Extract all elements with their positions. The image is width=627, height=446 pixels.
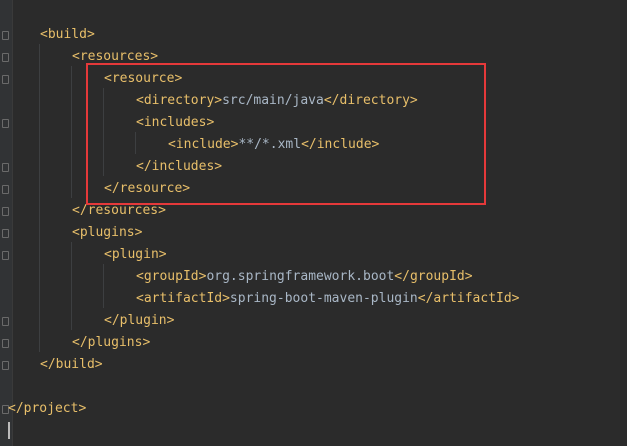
xml-tag: <build> bbox=[40, 27, 95, 42]
fold-icon[interactable] bbox=[2, 339, 9, 348]
fold-icon[interactable] bbox=[2, 317, 9, 326]
xml-tag: </project> bbox=[8, 401, 87, 416]
xml-tag: </plugin> bbox=[104, 313, 175, 328]
fold-icon[interactable] bbox=[2, 185, 9, 194]
code-line[interactable]: </build> bbox=[40, 354, 103, 376]
xml-tag: <plugin> bbox=[104, 247, 167, 262]
xml-tag: <artifactId> bbox=[136, 291, 230, 306]
fold-icon[interactable] bbox=[2, 75, 9, 84]
xml-text: org.springframework.boot bbox=[206, 269, 395, 284]
code-line[interactable]: </plugins> bbox=[72, 332, 150, 354]
fold-icon[interactable] bbox=[2, 119, 9, 128]
xml-tag: <plugins> bbox=[72, 225, 143, 240]
xml-tag: </plugins> bbox=[72, 335, 151, 350]
text-caret bbox=[8, 422, 10, 439]
code-line[interactable]: <groupId>org.springframework.boot</group… bbox=[136, 266, 473, 288]
xml-tag: <groupId> bbox=[136, 269, 207, 284]
indent-guide bbox=[39, 44, 40, 352]
xml-tag: </resources> bbox=[72, 203, 166, 218]
code-line[interactable]: <build> bbox=[40, 24, 95, 46]
fold-icon[interactable] bbox=[2, 251, 9, 260]
indent-guide bbox=[103, 264, 104, 308]
fold-icon[interactable] bbox=[2, 229, 9, 238]
fold-icon[interactable] bbox=[2, 207, 9, 216]
code-line[interactable]: </plugin> bbox=[104, 310, 174, 332]
highlight-box bbox=[86, 63, 486, 205]
code-line[interactable]: <plugins> bbox=[72, 222, 142, 244]
xml-tag: </build> bbox=[40, 357, 103, 372]
indent-guide bbox=[71, 242, 72, 330]
code-line[interactable]: <plugin> bbox=[104, 244, 167, 266]
fold-icon[interactable] bbox=[2, 31, 9, 40]
code-line[interactable]: <artifactId>spring-boot-maven-plugin</ar… bbox=[136, 288, 520, 310]
xml-tag: </artifactId> bbox=[417, 291, 520, 306]
fold-icon[interactable] bbox=[2, 163, 9, 172]
xml-tag: </groupId> bbox=[394, 269, 473, 284]
xml-text: spring-boot-maven-plugin bbox=[229, 291, 418, 306]
xml-tag: <resources> bbox=[72, 49, 159, 64]
indent-guide bbox=[71, 66, 72, 198]
fold-icon[interactable] bbox=[2, 361, 9, 370]
code-line[interactable]: </project> bbox=[8, 398, 86, 420]
fold-icon[interactable] bbox=[2, 53, 9, 62]
